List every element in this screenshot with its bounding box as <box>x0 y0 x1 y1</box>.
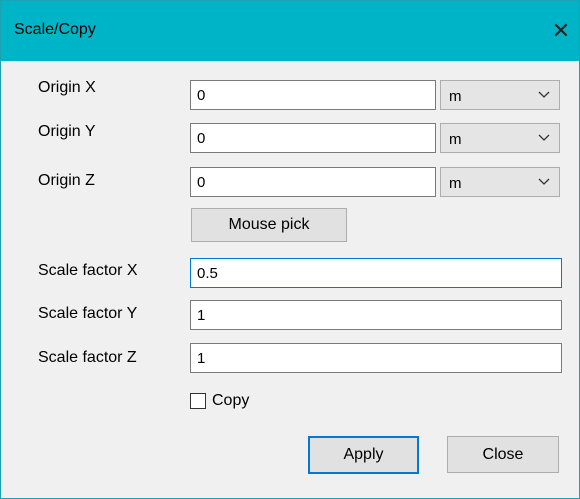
screen: Scale/Copy ✕ Origin X 0 m Origin Y 0 m O… <box>0 0 580 499</box>
origin-x-unit-value: m <box>449 88 462 105</box>
scale-copy-dialog: Scale/Copy ✕ Origin X 0 m Origin Y 0 m O… <box>0 0 580 499</box>
origin-z-unit-value: m <box>449 175 462 192</box>
origin-z-unit-select[interactable]: m <box>440 167 560 197</box>
scale-x-label: Scale factor X <box>38 262 138 279</box>
mouse-pick-button[interactable]: Mouse pick <box>191 208 347 242</box>
scale-y-label: Scale factor Y <box>38 305 138 322</box>
origin-y-unit-value: m <box>449 131 462 148</box>
scale-y-input[interactable]: 1 <box>190 300 562 330</box>
dialog-body: Origin X 0 m Origin Y 0 m Origin Z 0 m M… <box>1 61 579 498</box>
scale-x-input[interactable]: 0.5 <box>190 258 562 288</box>
apply-button[interactable]: Apply <box>308 436 419 474</box>
origin-z-input[interactable]: 0 <box>190 167 436 197</box>
origin-y-unit-select[interactable]: m <box>440 123 560 153</box>
origin-x-input[interactable]: 0 <box>190 80 436 110</box>
copy-checkbox[interactable] <box>190 393 206 409</box>
scale-z-label: Scale factor Z <box>38 349 137 366</box>
origin-y-label: Origin Y <box>38 123 96 140</box>
dialog-title: Scale/Copy <box>14 21 96 38</box>
copy-label[interactable]: Copy <box>212 392 249 410</box>
title-bar[interactable]: Scale/Copy ✕ <box>1 1 579 61</box>
origin-z-label: Origin Z <box>38 172 95 189</box>
origin-x-unit-select[interactable]: m <box>440 80 560 110</box>
chevron-down-icon <box>538 91 550 98</box>
close-button[interactable]: Close <box>447 436 559 473</box>
chevron-down-icon <box>538 134 550 141</box>
scale-z-input[interactable]: 1 <box>190 343 562 373</box>
chevron-down-icon <box>538 178 550 185</box>
close-icon[interactable]: ✕ <box>545 13 577 49</box>
origin-x-label: Origin X <box>38 79 96 96</box>
origin-y-input[interactable]: 0 <box>190 123 436 153</box>
